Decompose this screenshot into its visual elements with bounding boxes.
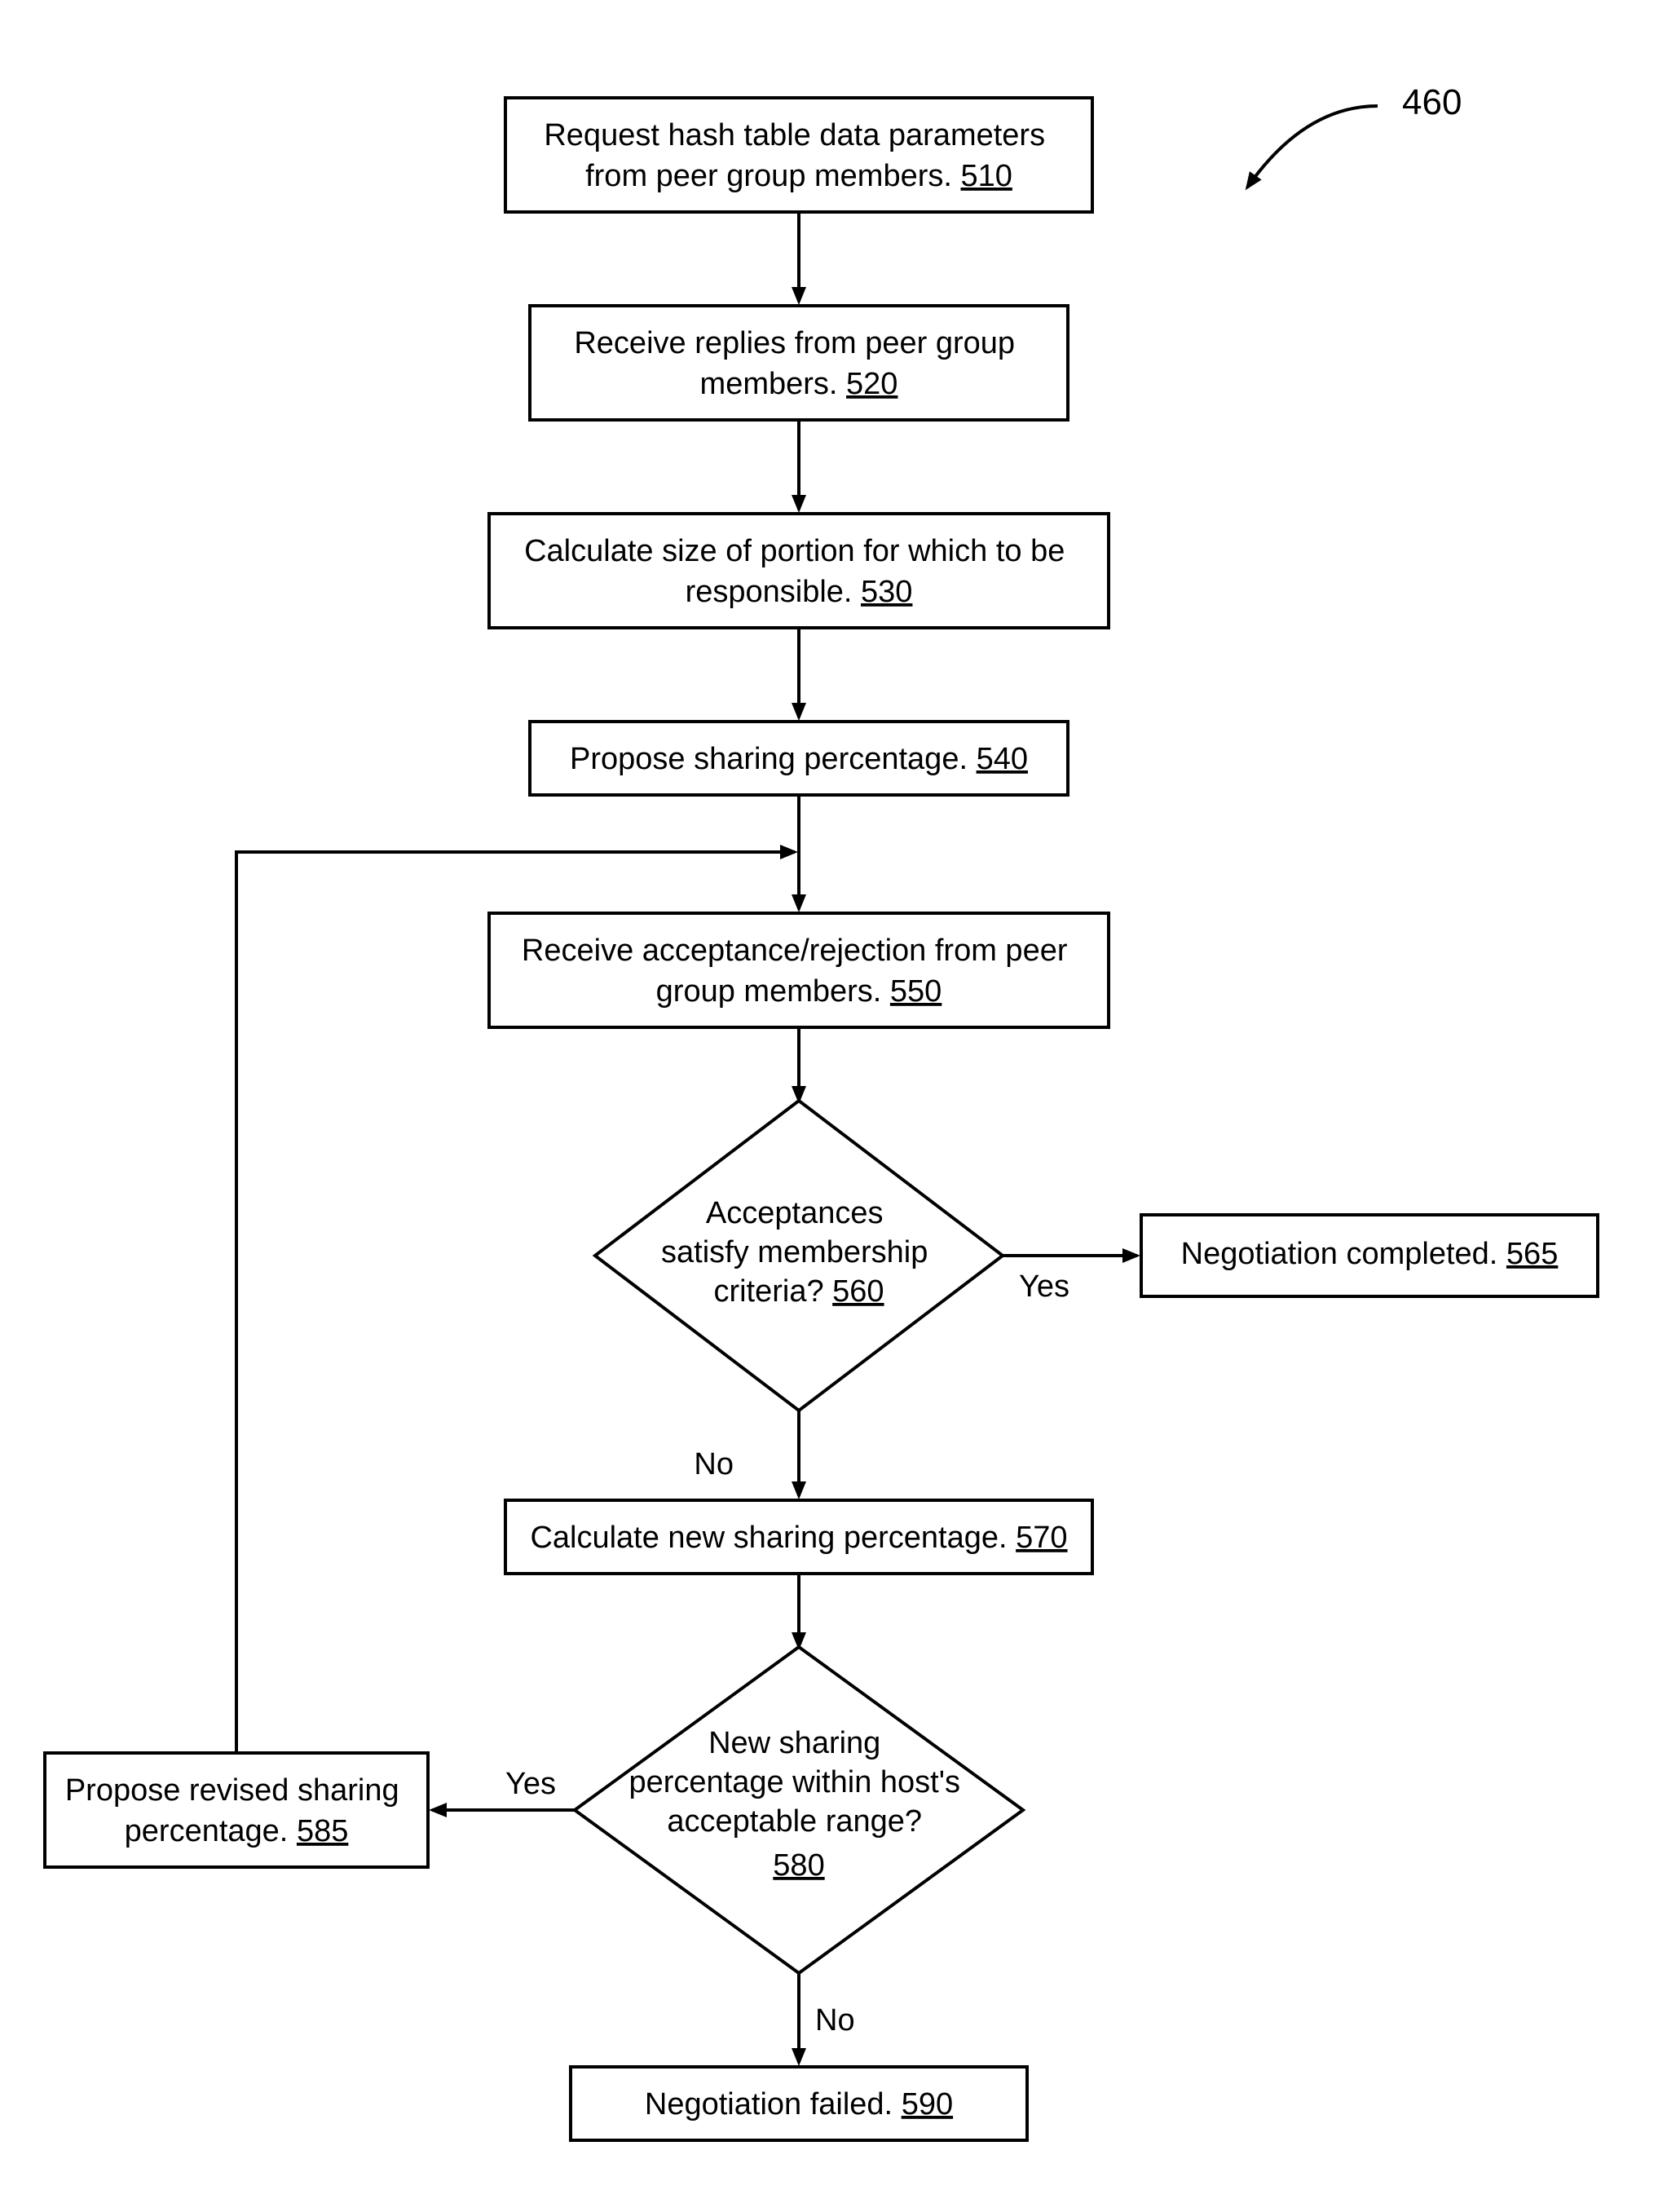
node-520-line1: Receive replies from peer group: [574, 326, 1015, 360]
svg-text:Negotiation completed. 565: Negotiation completed. 565: [1181, 1237, 1559, 1271]
node-520-ref: 520: [846, 367, 897, 401]
node-560-line1: Acceptances: [706, 1196, 884, 1230]
node-590-ref: 590: [902, 2087, 953, 2121]
svg-text:Negotiation failed. 590: Negotiation failed. 590: [645, 2087, 953, 2121]
node-570: Calculate new sharing percentage. 570: [505, 1500, 1092, 1574]
figure-reference-label: 460: [1402, 82, 1462, 122]
node-510: Request hash table data parameters from …: [505, 98, 1092, 212]
node-580-line1: New sharing: [708, 1726, 880, 1760]
node-540: Propose sharing percentage. 540: [530, 722, 1068, 795]
node-585-line1: Propose revised sharing: [65, 1773, 399, 1808]
node-565-ref: 565: [1506, 1237, 1558, 1271]
node-530-line2: responsible.: [686, 575, 853, 609]
svg-text:Calculate new sharing percenta: Calculate new sharing percentage. 570: [530, 1521, 1067, 1555]
node-550: Receive acceptance/rejection from peer g…: [489, 913, 1109, 1027]
node-510-line2: from peer group members.: [585, 159, 952, 193]
node-580-line2: percentage within host's: [628, 1765, 960, 1799]
node-540-text: Propose sharing percentage.: [570, 742, 968, 776]
node-565: Negotiation completed. 565: [1141, 1215, 1598, 1296]
node-580-ref: 580: [773, 1848, 824, 1883]
node-560-ref: 560: [832, 1274, 884, 1309]
svg-text:Propose sharing percentage. 54: Propose sharing percentage. 540: [570, 742, 1028, 776]
node-510-ref: 510: [961, 159, 1012, 193]
node-580: New sharing percentage within host's acc…: [575, 1647, 1023, 1973]
node-520-line2: members.: [700, 367, 838, 401]
node-530-line1: Calculate size of portion for which to b…: [524, 534, 1065, 568]
figure-reference-pointer: 460: [1247, 82, 1462, 188]
node-510-line1: Request hash table data parameters: [544, 118, 1045, 152]
node-530: Calculate size of portion for which to b…: [489, 514, 1109, 628]
node-530-ref: 530: [861, 575, 912, 609]
node-540-ref: 540: [977, 742, 1028, 776]
node-570-text: Calculate new sharing percentage.: [530, 1521, 1007, 1555]
node-550-line2: group members.: [656, 974, 882, 1009]
node-560: Acceptances satisfy membership criteria?…: [595, 1101, 1003, 1411]
edge-580-no-label: No: [815, 2003, 855, 2038]
node-585-line2: percentage.: [125, 1814, 289, 1848]
node-580-line3: acceptable range?: [667, 1804, 922, 1839]
node-565-text: Negotiation completed.: [1181, 1237, 1498, 1271]
node-590: Negotiation failed. 590: [571, 2067, 1027, 2140]
node-550-line1: Receive acceptance/rejection from peer: [522, 934, 1068, 968]
node-585-ref: 585: [297, 1814, 348, 1848]
node-560-line3: criteria?: [713, 1274, 823, 1309]
node-520: Receive replies from peer group members.…: [530, 306, 1068, 420]
node-585: Propose revised sharing percentage. 585: [45, 1753, 428, 1867]
node-560-line2: satisfy membership: [661, 1235, 928, 1269]
node-570-ref: 570: [1016, 1521, 1067, 1555]
edge-560-no-label: No: [694, 1447, 734, 1481]
flowchart: 460 Request hash table data parameters f…: [0, 0, 1667, 2212]
node-590-text: Negotiation failed.: [645, 2087, 893, 2121]
edge-580-yes-label: Yes: [505, 1767, 556, 1801]
edge-560-yes-label: Yes: [1019, 1269, 1069, 1304]
node-550-ref: 550: [890, 974, 942, 1009]
